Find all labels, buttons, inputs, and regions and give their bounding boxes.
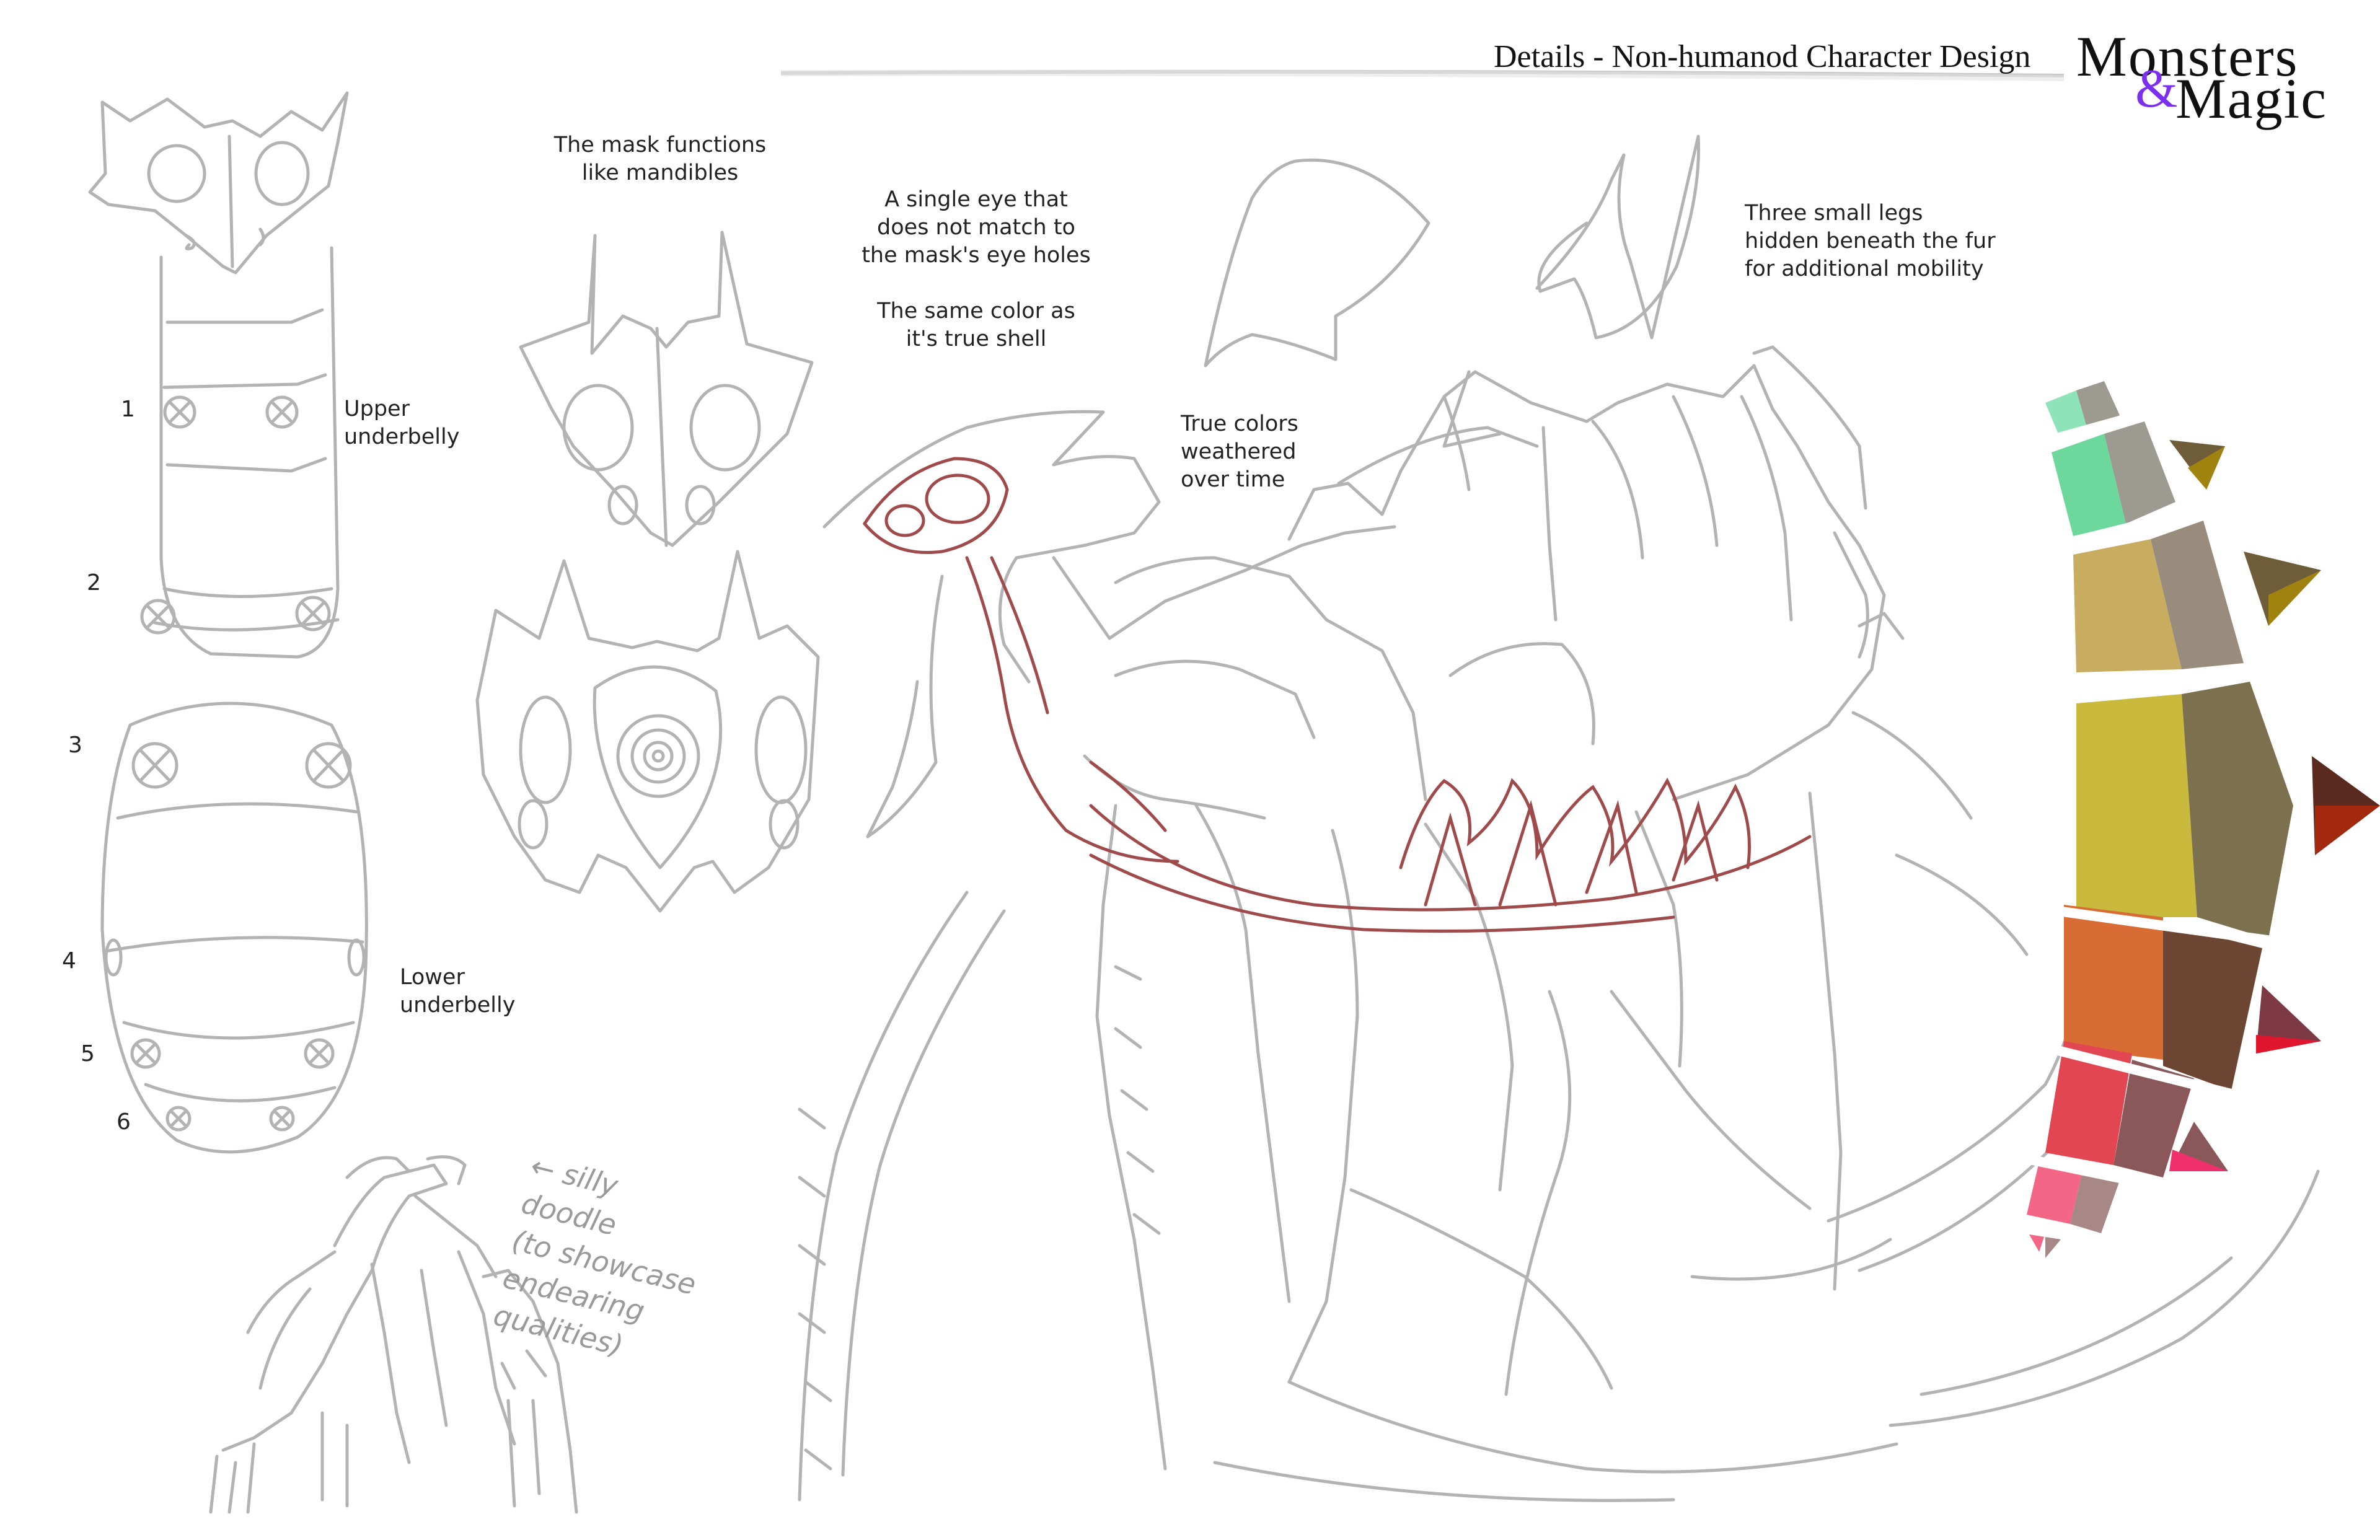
triangle-accent-3b <box>2315 806 2380 855</box>
note-true-colors: True colors weathered over time <box>1181 411 1298 492</box>
note-lower-underbelly: Lower underbelly <box>400 965 516 1018</box>
note-three-legs: Three small legs hidden beneath the fur … <box>1745 201 1996 281</box>
swatch-brown <box>2163 923 2262 1091</box>
segment-number-3: 3 <box>68 733 82 758</box>
segment-number-6: 6 <box>117 1109 131 1135</box>
note-upper-underbelly: Upper underbelly <box>344 397 460 449</box>
note-single-eye: A single eye that does not match to the … <box>862 187 1091 351</box>
note-mask-mandibles: The mask functions like mandibles <box>553 133 767 185</box>
segment-number-5: 5 <box>81 1041 95 1067</box>
segment-number-2: 2 <box>87 570 101 596</box>
segment-number-1: 1 <box>121 397 135 422</box>
swatch-olive <box>2182 682 2293 939</box>
segment-number-4: 4 <box>62 948 76 974</box>
swatch-mustard <box>2076 694 2197 917</box>
color-palette <box>2013 381 2380 1258</box>
